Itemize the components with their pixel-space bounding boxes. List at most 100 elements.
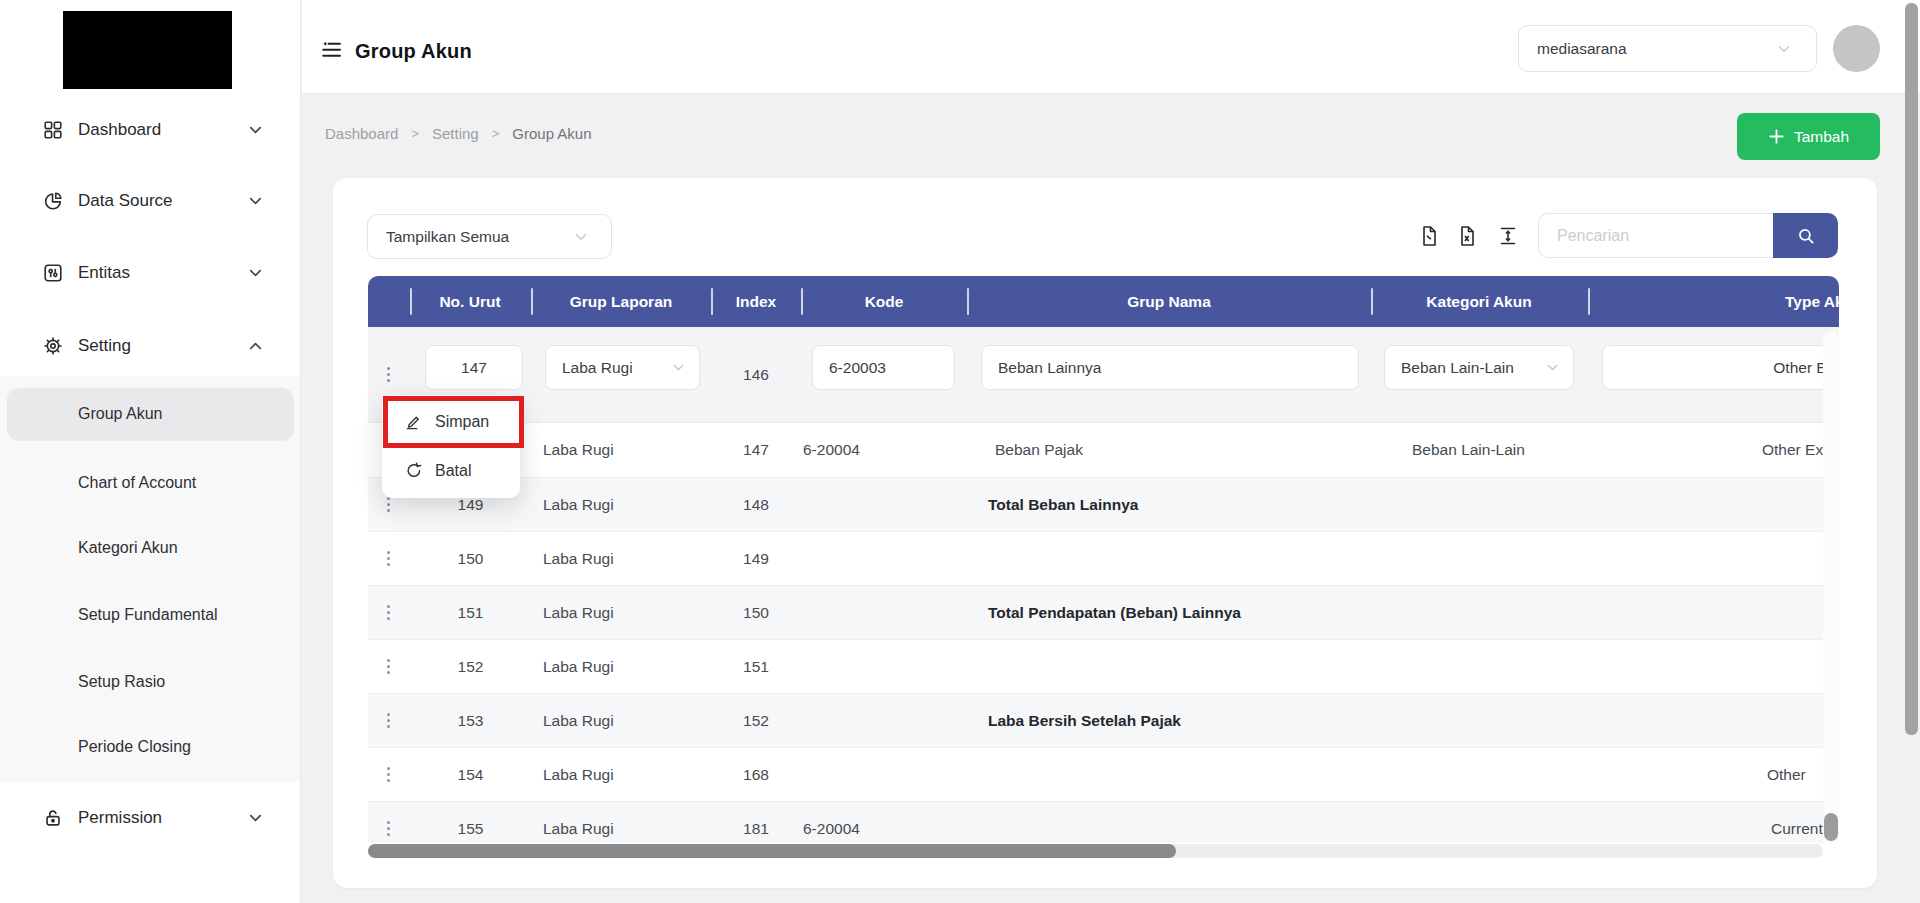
row-kebab-icon[interactable] [380,548,396,570]
chevron-down-icon [1776,41,1792,57]
index-value: 146 [711,366,801,384]
chevron-down-icon [671,360,687,376]
company-select[interactable]: mediasarana [1518,25,1817,72]
plus-icon [1768,128,1785,145]
table-row: 153Laba Rugi152Laba Bersih Setelah Pajak [368,693,1839,747]
row-kebab-icon[interactable] [380,764,396,786]
cell-grup-laporan: Laba Rugi [543,802,614,843]
table-vertical-scrollbar-thumb[interactable] [1824,813,1838,841]
add-button[interactable]: Tambah [1737,113,1880,160]
grup-laporan-select[interactable]: Laba Rugi [545,345,700,390]
context-menu-batal[interactable]: Batal [382,447,520,495]
sidebar-subitem-periode-closing[interactable]: Periode Closing [78,735,191,759]
table-row: 151Laba Rugi150Total Pendapatan (Beban) … [368,585,1839,639]
grup-nama-input-value: Beban Lainnya [998,359,1101,377]
table-row: 150Laba Rugi149 [368,531,1839,585]
column-header-grup-nama: Grup Nama [1127,293,1211,311]
cell-type-akun: Current [1771,802,1823,843]
row-kebab-icon[interactable] [380,710,396,732]
pencil-icon [404,413,423,432]
window-scrollbar-thumb[interactable] [1905,3,1918,735]
table-horizontal-scrollbar-thumb[interactable] [368,844,1176,858]
type-akun-select[interactable]: Other Expense [1602,345,1839,390]
kode-input[interactable]: 6-20003 [812,345,955,390]
cell-index: 168 [711,748,801,801]
window-scrollbar[interactable] [1903,0,1920,903]
search-button[interactable] [1773,213,1838,258]
sidebar: Dashboard Data Source Entitas Setting [0,0,301,903]
column-width-icon[interactable] [1496,224,1520,248]
sidebar-collapse-icon[interactable] [320,38,344,62]
search-placeholder: Pencarian [1557,227,1629,245]
cell-grup-nama: Total Beban Lainnya [988,478,1138,531]
kategori-akun-select[interactable]: Beban Lain-Lain [1384,345,1574,390]
pdf-export-icon[interactable] [1417,224,1441,248]
grup-nama-input[interactable]: Beban Lainnya [981,345,1359,390]
sidebar-subitem-kategori-akun[interactable]: Kategori Akun [78,536,178,560]
row-kebab-icon[interactable] [380,818,396,840]
no-urut-input[interactable]: 147 [425,345,523,390]
sidebar-item-label: Entitas [78,263,130,283]
cell-grup-laporan: Laba Rugi [543,478,614,531]
cell-grup-laporan: Laba Rugi [543,694,614,747]
sidebar-item-label: Data Source [78,191,173,211]
sidebar-subitem-group-akun[interactable]: Group Akun [78,402,163,426]
cell-kode: 6-20004 [803,802,860,843]
sidebar-item-label: Permission [78,808,162,828]
context-menu-simpan[interactable]: Simpan [382,398,520,446]
cell-grup-laporan: Laba Rugi [543,423,614,476]
sidebar-item-setting[interactable]: Setting [0,331,301,361]
avatar[interactable] [1833,25,1880,72]
grup-laporan-select-value: Laba Rugi [562,359,633,377]
excel-export-icon[interactable] [1455,224,1479,248]
lock-icon [42,807,64,829]
search-icon [1795,225,1817,247]
table-row: 155Laba Rugi1816-20004Current [368,801,1839,843]
column-header-kode: Kode [865,293,904,311]
undo-icon [404,462,423,481]
context-menu-label: Batal [435,462,471,480]
cell-index: 148 [711,478,801,531]
cell-index: 147 [711,423,801,476]
no-urut-input-value: 147 [461,359,487,377]
sliders-icon [42,262,64,284]
row-kebab-icon[interactable] [380,364,396,386]
row-context-menu: Simpan Batal [382,395,520,498]
sidebar-subitem-chart-of-account[interactable]: Chart of Account [78,471,196,495]
table-vertical-scrollbar[interactable] [1823,331,1839,843]
breadcrumb-dashboard[interactable]: Dashboard [325,125,398,142]
sidebar-subitem-setup-rasio[interactable]: Setup Rasio [78,670,165,694]
page-title: Group Akun [355,40,472,63]
kode-input-value: 6-20003 [829,359,886,377]
table-body: Laba Rugi1476-20004Beban PajakBeban Lain… [368,423,1839,843]
app-logo [63,11,232,89]
table-horizontal-scrollbar[interactable] [368,844,1823,858]
cell-no-urut: 151 [410,586,531,639]
chevron-down-icon [247,810,264,827]
sidebar-item-entitas[interactable]: Entitas [0,258,301,288]
column-header-kategori-akun: Kategori Akun [1426,293,1531,311]
table-header: No. Urut Grup Laporan Index Kode Grup Na… [368,276,1839,327]
sidebar-item-dashboard[interactable]: Dashboard [0,115,301,145]
table-row: 152Laba Rugi151 [368,639,1839,693]
sidebar-item-label: Dashboard [78,120,161,140]
sidebar-item-data-source[interactable]: Data Source [0,186,301,216]
cell-grup-laporan: Laba Rugi [543,532,614,585]
sidebar-subitem-setup-fundamental[interactable]: Setup Fundamental [78,603,218,627]
breadcrumb: Dashboard > Setting > Group Akun [325,125,592,142]
company-select-value: mediasarana [1537,40,1627,58]
breadcrumb-setting[interactable]: Setting [432,125,479,142]
cell-no-urut: 154 [410,748,531,801]
sidebar-item-permission[interactable]: Permission [0,803,301,833]
cell-no-urut: 150 [410,532,531,585]
cell-no-urut: 155 [410,802,531,843]
cell-index: 151 [711,640,801,693]
cell-index: 152 [711,694,801,747]
row-kebab-icon[interactable] [380,656,396,678]
filter-select[interactable]: Tampilkan Semua [367,214,612,259]
cell-no-urut: 153 [410,694,531,747]
chevron-up-icon [247,338,264,355]
table-row: 149Laba Rugi148Total Beban Lainnya [368,477,1839,531]
row-kebab-icon[interactable] [380,602,396,624]
search-input[interactable]: Pencarian [1538,213,1773,258]
